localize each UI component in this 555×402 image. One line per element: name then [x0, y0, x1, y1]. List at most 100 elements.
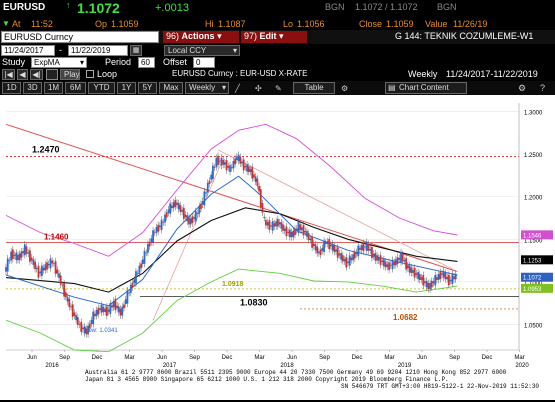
offset-label: Offset [163, 57, 187, 67]
value-label: Value [425, 19, 448, 29]
candle-body [159, 225, 161, 228]
candle-body [282, 224, 284, 231]
candle-body [135, 271, 137, 284]
table-button[interactable]: Table [293, 82, 335, 94]
edit-num: 97) [244, 31, 258, 41]
candle-body [27, 252, 30, 254]
tab-1d[interactable]: 1D [2, 82, 21, 94]
chart-svg: 1.30001.25001.20001.15001.10001.0500Jun S… [0, 95, 555, 400]
play-button[interactable]: Play [60, 69, 80, 80]
candle-body [377, 257, 380, 261]
chart-content-button[interactable]: ▤ Chart Content [385, 82, 467, 94]
crosshair-icon[interactable]: ✣ [255, 84, 262, 93]
date-to-input[interactable]: 11/22/2019 [68, 45, 128, 56]
currency-value: Local CCY [168, 46, 207, 55]
candle-body [47, 263, 50, 266]
security-input[interactable]: EURUSD Curncy [1, 31, 159, 43]
candle-body [153, 232, 156, 234]
candle-body [97, 307, 100, 315]
date-from-input[interactable]: 11/24/2017 [1, 45, 55, 56]
currency-select[interactable]: Local CCY ▾ [164, 45, 240, 56]
loop-checkbox[interactable] [86, 70, 94, 78]
candle-body [417, 272, 420, 280]
close-label: Close [359, 19, 383, 29]
candle-body [17, 254, 19, 261]
candle-body [403, 260, 406, 262]
chevron-down-icon: ▾ [217, 31, 222, 41]
candle-body [217, 155, 219, 165]
candle-body [8, 260, 11, 262]
candle-body [442, 271, 445, 278]
candle-body [299, 224, 302, 231]
candle-body [71, 304, 74, 317]
candle-body [340, 253, 343, 260]
candle-body [360, 245, 363, 250]
candle-body [295, 228, 298, 231]
candle-body [172, 202, 175, 209]
low-label: Lo [283, 19, 294, 29]
edit-menu[interactable]: 97) Edit ▾ [241, 31, 307, 43]
candle-body [314, 244, 317, 251]
actions-menu[interactable]: 96) Actions ▾ [163, 31, 239, 43]
x-tick-label: Dec [92, 355, 103, 361]
candle-body [133, 279, 136, 284]
candle-body [355, 252, 358, 255]
candle-body [372, 253, 375, 257]
candle-body [141, 259, 144, 264]
annotate-icon[interactable]: ✎ [275, 84, 282, 93]
candle-body [82, 327, 84, 330]
candle-body [405, 258, 408, 270]
rewind-button[interactable]: |◀ [2, 69, 15, 80]
tab-ytd[interactable]: YTD [88, 82, 115, 94]
candle-body [42, 267, 45, 271]
date-separator: - [59, 45, 62, 55]
settings-icon[interactable]: ⚙ [341, 84, 348, 93]
candle-body [280, 222, 283, 229]
candle-body [422, 275, 425, 286]
period-label: Period [105, 57, 132, 67]
candle-body [413, 267, 416, 278]
candle-body [212, 165, 214, 180]
tab-5y[interactable]: 5Y [138, 82, 157, 94]
candle-body [429, 282, 431, 290]
chevron-down-icon: ▾ [221, 83, 226, 92]
tab-3d[interactable]: 3D [23, 82, 42, 94]
candle-body [155, 226, 158, 233]
tab-6m[interactable]: 6M [65, 82, 86, 94]
actions-num: 96) [166, 31, 180, 41]
candle-body [189, 218, 192, 225]
candle-body [225, 160, 228, 171]
help-icon[interactable]: ? [540, 83, 545, 93]
period-input[interactable]: 60 [138, 57, 155, 68]
x-tick-label: Sep [189, 355, 200, 361]
candle-body [39, 271, 42, 274]
candle-body [406, 265, 409, 269]
quote-header: EURUSD ↑ 1.1072 +.0013 BGN 1.1072 / 1.10… [0, 0, 555, 19]
candle-body [311, 236, 313, 248]
back-button[interactable]: ◀ [17, 69, 28, 80]
candle-body [30, 257, 33, 261]
draw-line-icon[interactable]: ╱ [235, 84, 240, 93]
study-select[interactable]: ExpMA ▾ [31, 57, 87, 68]
tab-1m[interactable]: 1M [44, 82, 63, 94]
price-chart[interactable]: 1.3000 1.2500 1.2000 1.1500 1.1000 1.0500 Jun S… [0, 95, 555, 400]
candle-body [92, 311, 95, 325]
footer-line-1: Australia 61 2 9777 8600 Brazil 5511 239… [85, 369, 507, 376]
candle-body [319, 249, 322, 256]
offset-input[interactable]: 0 [193, 57, 215, 68]
candle-body [345, 256, 348, 268]
gear-icon[interactable]: ⚙ [518, 83, 526, 94]
tab-1y[interactable]: 1Y [117, 82, 136, 94]
step-back-button[interactable]: ◀| [30, 69, 43, 80]
command-bar: EURUSD Curncy 96) Actions ▾ 97) Edit ▾ G… [0, 30, 555, 44]
candle-body [188, 217, 190, 225]
calendar-icon[interactable]: ▦ [130, 45, 142, 56]
candle-body [160, 219, 163, 230]
frequency-select[interactable]: Weekly ▾ [185, 82, 229, 94]
candle-body [441, 273, 443, 275]
actions-label: Actions [181, 31, 215, 41]
candle-body [331, 243, 334, 251]
play-icon-button[interactable] [46, 69, 58, 80]
candle-body [437, 274, 440, 280]
tab-max[interactable]: Max [159, 82, 183, 94]
